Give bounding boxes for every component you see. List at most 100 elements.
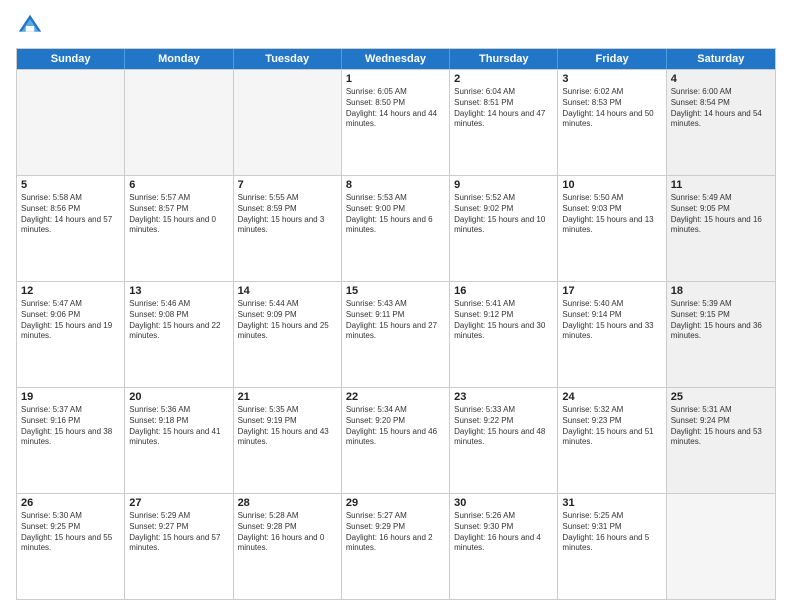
day-header-sunday: Sunday (17, 49, 125, 69)
day-info: Sunrise: 5:58 AMSunset: 8:56 PMDaylight:… (21, 193, 120, 236)
calendar-cell (234, 70, 342, 175)
day-header-saturday: Saturday (667, 49, 775, 69)
day-info: Sunrise: 5:32 AMSunset: 9:23 PMDaylight:… (562, 405, 661, 448)
day-number: 14 (238, 285, 337, 297)
day-info: Sunrise: 6:00 AMSunset: 8:54 PMDaylight:… (671, 87, 771, 130)
calendar-cell (667, 494, 775, 599)
calendar-cell: 25 Sunrise: 5:31 AMSunset: 9:24 PMDayligh… (667, 388, 775, 493)
day-number: 21 (238, 391, 337, 403)
calendar-cell: 2Sunrise: 6:04 AMSunset: 8:51 PMDaylight… (450, 70, 558, 175)
day-info: Sunrise: 6:05 AMSunset: 8:50 PMDaylight:… (346, 87, 445, 130)
day-number: 22 (346, 391, 445, 403)
day-header-thursday: Thursday (450, 49, 558, 69)
day-info: Sunrise: 5:36 AMSunset: 9:18 PMDaylight:… (129, 405, 228, 448)
day-number: 17 (562, 285, 661, 297)
day-info: Sunrise: 5:29 AMSunset: 9:27 PMDaylight:… (129, 511, 228, 554)
day-number: 18 (671, 285, 771, 297)
calendar-cell: 3Sunrise: 6:02 AMSunset: 8:53 PMDaylight… (558, 70, 666, 175)
day-info: Sunrise: 5:41 AMSunset: 9:12 PMDaylight:… (454, 299, 553, 342)
day-info: Sunrise: 5:49 AMSunset: 9:05 PMDaylight:… (671, 193, 771, 236)
calendar-cell: 20 Sunrise: 5:36 AMSunset: 9:18 PMDayligh… (125, 388, 233, 493)
day-info: Sunrise: 5:40 AMSunset: 9:14 PMDaylight:… (562, 299, 661, 342)
day-header-friday: Friday (558, 49, 666, 69)
calendar-cell: 5 Sunrise: 5:58 AMSunset: 8:56 PMDaylight… (17, 176, 125, 281)
calendar-cell: 21 Sunrise: 5:35 AMSunset: 9:19 PMDayligh… (234, 388, 342, 493)
day-number: 11 (671, 179, 771, 191)
day-info: Sunrise: 6:02 AMSunset: 8:53 PMDaylight:… (562, 87, 661, 130)
calendar-cell: 14 Sunrise: 5:44 AMSunset: 9:09 PMDayligh… (234, 282, 342, 387)
calendar-cell: 29 Sunrise: 5:27 AMSunset: 9:29 PMDayligh… (342, 494, 450, 599)
calendar-cell: 12 Sunrise: 5:47 AMSunset: 9:06 PMDayligh… (17, 282, 125, 387)
day-info: Sunrise: 5:53 AMSunset: 9:00 PMDaylight:… (346, 193, 445, 236)
day-header-tuesday: Tuesday (234, 49, 342, 69)
day-number: 15 (346, 285, 445, 297)
day-number: 5 (21, 179, 120, 191)
day-number: 1 (346, 73, 445, 85)
calendar-cell: 13 Sunrise: 5:46 AMSunset: 9:08 PMDayligh… (125, 282, 233, 387)
calendar: SundayMondayTuesdayWednesdayThursdayFrid… (16, 48, 776, 600)
day-number: 19 (21, 391, 120, 403)
calendar-cell: 15Sunrise: 5:43 AMSunset: 9:11 PMDayligh… (342, 282, 450, 387)
calendar-body: 1 Sunrise: 6:05 AMSunset: 8:50 PMDaylight… (17, 69, 775, 599)
day-info: Sunrise: 5:27 AMSunset: 9:29 PMDaylight:… (346, 511, 445, 554)
day-number: 30 (454, 497, 553, 509)
day-info: Sunrise: 5:37 AMSunset: 9:16 PMDaylight:… (21, 405, 120, 448)
day-info: Sunrise: 5:46 AMSunset: 9:08 PMDaylight:… (129, 299, 228, 342)
day-info: Sunrise: 5:39 AMSunset: 9:15 PMDaylight:… (671, 299, 771, 342)
page: SundayMondayTuesdayWednesdayThursdayFrid… (0, 0, 792, 612)
calendar-cell: 31 Sunrise: 5:25 AMSunset: 9:31 PMDayligh… (558, 494, 666, 599)
day-info: Sunrise: 5:34 AMSunset: 9:20 PMDaylight:… (346, 405, 445, 448)
day-number: 31 (562, 497, 661, 509)
day-number: 28 (238, 497, 337, 509)
day-number: 12 (21, 285, 120, 297)
day-number: 10 (562, 179, 661, 191)
day-info: Sunrise: 5:52 AMSunset: 9:02 PMDaylight:… (454, 193, 553, 236)
calendar-cell (125, 70, 233, 175)
day-info: Sunrise: 5:47 AMSunset: 9:06 PMDaylight:… (21, 299, 120, 342)
calendar-cell: 19 Sunrise: 5:37 AMSunset: 9:16 PMDayligh… (17, 388, 125, 493)
day-info: Sunrise: 5:28 AMSunset: 9:28 PMDaylight:… (238, 511, 337, 554)
calendar-row-3: 12 Sunrise: 5:47 AMSunset: 9:06 PMDayligh… (17, 281, 775, 387)
calendar-header-row: SundayMondayTuesdayWednesdayThursdayFrid… (17, 49, 775, 69)
day-number: 20 (129, 391, 228, 403)
day-info: Sunrise: 5:55 AMSunset: 8:59 PMDaylight:… (238, 193, 337, 236)
calendar-cell: 16 Sunrise: 5:41 AMSunset: 9:12 PMDayligh… (450, 282, 558, 387)
header (16, 12, 776, 40)
calendar-row-1: 1 Sunrise: 6:05 AMSunset: 8:50 PMDaylight… (17, 69, 775, 175)
day-number: 25 (671, 391, 771, 403)
logo (16, 12, 46, 40)
calendar-cell: 6 Sunrise: 5:57 AMSunset: 8:57 PMDaylight… (125, 176, 233, 281)
day-number: 16 (454, 285, 553, 297)
day-number: 6 (129, 179, 228, 191)
day-info: Sunrise: 5:35 AMSunset: 9:19 PMDaylight:… (238, 405, 337, 448)
day-info: Sunrise: 5:57 AMSunset: 8:57 PMDaylight:… (129, 193, 228, 236)
calendar-cell: 7Sunrise: 5:55 AMSunset: 8:59 PMDaylight… (234, 176, 342, 281)
calendar-cell: 28 Sunrise: 5:28 AMSunset: 9:28 PMDayligh… (234, 494, 342, 599)
day-number: 29 (346, 497, 445, 509)
calendar-cell: 11 Sunrise: 5:49 AMSunset: 9:05 PMDayligh… (667, 176, 775, 281)
day-header-monday: Monday (125, 49, 233, 69)
calendar-cell: 4 Sunrise: 6:00 AMSunset: 8:54 PMDaylight… (667, 70, 775, 175)
calendar-cell: 17 Sunrise: 5:40 AMSunset: 9:14 PMDayligh… (558, 282, 666, 387)
day-number: 13 (129, 285, 228, 297)
day-number: 24 (562, 391, 661, 403)
day-number: 4 (671, 73, 771, 85)
day-info: Sunrise: 5:25 AMSunset: 9:31 PMDaylight:… (562, 511, 661, 554)
day-info: Sunrise: 5:44 AMSunset: 9:09 PMDaylight:… (238, 299, 337, 342)
calendar-cell: 22 Sunrise: 5:34 AMSunset: 9:20 PMDayligh… (342, 388, 450, 493)
calendar-cell: 18 Sunrise: 5:39 AMSunset: 9:15 PMDayligh… (667, 282, 775, 387)
calendar-cell: 9 Sunrise: 5:52 AMSunset: 9:02 PMDaylight… (450, 176, 558, 281)
day-number: 9 (454, 179, 553, 191)
calendar-cell: 24 Sunrise: 5:32 AMSunset: 9:23 PMDayligh… (558, 388, 666, 493)
day-number: 26 (21, 497, 120, 509)
calendar-row-4: 19 Sunrise: 5:37 AMSunset: 9:16 PMDayligh… (17, 387, 775, 493)
day-info: Sunrise: 6:04 AMSunset: 8:51 PMDaylight:… (454, 87, 553, 130)
calendar-cell: 27 Sunrise: 5:29 AMSunset: 9:27 PMDayligh… (125, 494, 233, 599)
calendar-cell: 10Sunrise: 5:50 AMSunset: 9:03 PMDayligh… (558, 176, 666, 281)
calendar-row-2: 5 Sunrise: 5:58 AMSunset: 8:56 PMDaylight… (17, 175, 775, 281)
day-number: 8 (346, 179, 445, 191)
calendar-cell: 8 Sunrise: 5:53 AMSunset: 9:00 PMDaylight… (342, 176, 450, 281)
day-info: Sunrise: 5:31 AMSunset: 9:24 PMDaylight:… (671, 405, 771, 448)
calendar-row-5: 26Sunrise: 5:30 AMSunset: 9:25 PMDayligh… (17, 493, 775, 599)
day-number: 27 (129, 497, 228, 509)
